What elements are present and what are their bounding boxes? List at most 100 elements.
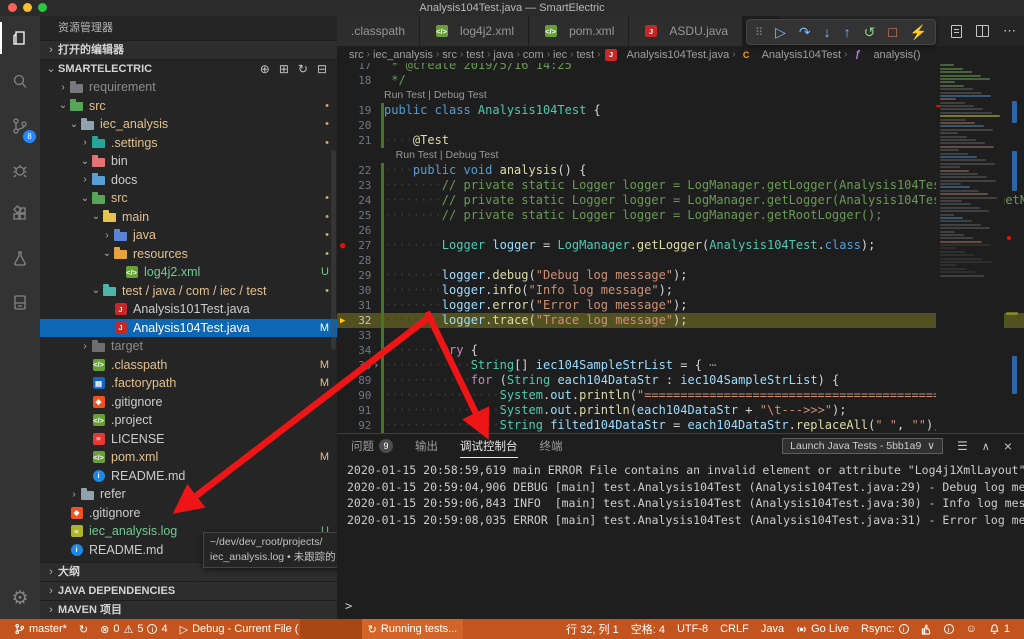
gutter[interactable]: 90 xyxy=(337,388,381,403)
tree-item-pom-xml[interactable]: </>pom.xmlM xyxy=(40,448,337,467)
gutter[interactable]: 17 xyxy=(337,63,381,73)
gutter[interactable]: 31 xyxy=(337,298,381,313)
project-section[interactable]: ⌄ SMARTELECTRIC ⊕ ⊞ ↻ ⊟ xyxy=(40,59,337,78)
open-editors-section[interactable]: › 打开的编辑器 xyxy=(40,40,337,59)
tree-item-readme-md[interactable]: iREADME.md xyxy=(40,467,337,486)
tree-item-src[interactable]: ⌄src• xyxy=(40,189,337,208)
code-line-89[interactable]: 89············for (String each104DataStr… xyxy=(337,373,1024,388)
overview-ruler[interactable] xyxy=(1006,63,1024,433)
continue-icon[interactable]: ▷ xyxy=(775,24,786,41)
minimize-window-button[interactable] xyxy=(23,3,32,12)
extensions-icon[interactable] xyxy=(0,192,40,236)
editor-tab-pom-xml[interactable]: </>pom.xml xyxy=(529,16,629,46)
breadcrumb-item[interactable]: CAnalysis104Test xyxy=(739,48,842,61)
step-out-icon[interactable]: ↑ xyxy=(844,24,851,40)
gutter[interactable]: 34 xyxy=(337,343,381,358)
stop-icon[interactable]: □ xyxy=(888,24,896,40)
rsync-item[interactable]: Rsync:i xyxy=(855,619,915,639)
tree-item-src[interactable]: ⌄src• xyxy=(40,97,337,116)
panel-tab-item[interactable]: 问题9 xyxy=(351,434,393,458)
step-into-icon[interactable]: ↓ xyxy=(824,24,831,40)
gutter[interactable]: ▶32 xyxy=(337,313,381,328)
code-line-28[interactable]: 28 xyxy=(337,253,1024,268)
debug-console-prompt[interactable]: > xyxy=(345,599,352,613)
smiley-icon[interactable]: ☺ xyxy=(960,619,983,639)
tree-item-log4j2-xml[interactable]: </>log4j2.xmlU xyxy=(40,263,337,282)
problems-item[interactable]: ⊗0 ⚠5 i4 xyxy=(94,619,173,639)
language-item[interactable]: Java xyxy=(755,619,790,639)
code-line-90[interactable]: 90················System.out.println("==… xyxy=(337,388,1024,403)
open-changes-icon[interactable] xyxy=(951,25,962,38)
clear-console-icon[interactable]: ☰ xyxy=(957,439,968,453)
tree-item-resources[interactable]: ⌄resources• xyxy=(40,245,337,264)
code-line-29[interactable]: 29········logger.debug("Debug log messag… xyxy=(337,268,1024,283)
breadcrumb-item[interactable]: src xyxy=(349,49,364,61)
code-line-26[interactable]: 26 xyxy=(337,223,1024,238)
code-line-91[interactable]: 91················System.out.println(eac… xyxy=(337,403,1024,418)
gutter[interactable] xyxy=(337,148,381,163)
split-editor-icon[interactable] xyxy=(976,25,989,37)
gutter[interactable]: 25 xyxy=(337,208,381,223)
gutter[interactable]: 30 xyxy=(337,283,381,298)
source-control-icon[interactable]: 8 xyxy=(0,104,40,148)
thumbs-up-icon[interactable] xyxy=(915,619,938,639)
gutter[interactable]: 21 xyxy=(337,133,381,148)
run-test-link[interactable]: Run Test xyxy=(396,149,437,161)
tree-item-bin[interactable]: ⌄bin xyxy=(40,152,337,171)
editor-tab--classpath[interactable]: .classpath xyxy=(337,16,420,46)
tree-item-license[interactable]: ≡LICENSE xyxy=(40,430,337,449)
new-file-icon[interactable]: ⊕ xyxy=(260,60,270,79)
tree-item-iec-analysis[interactable]: ⌄iec_analysis• xyxy=(40,115,337,134)
breadcrumb-item[interactable]: test xyxy=(466,49,484,61)
code-line-23[interactable]: 23········// private static Logger logge… xyxy=(337,178,1024,193)
gutter[interactable]: 24 xyxy=(337,193,381,208)
gutter[interactable]: 89 xyxy=(337,373,381,388)
tree-item--classpath[interactable]: </>.classpathM xyxy=(40,356,337,375)
debug-icon[interactable] xyxy=(0,148,40,192)
tree-item--gitignore[interactable]: ◆.gitignore xyxy=(40,393,337,412)
code-line-18[interactable]: 18 */ xyxy=(337,73,1024,88)
code-line-24[interactable]: 24········// private static Logger logge… xyxy=(337,193,1024,208)
code-line-17[interactable]: 17 * @create 2019/5/16 14:25 xyxy=(337,63,1024,73)
git-branch-item[interactable]: master* xyxy=(8,619,73,639)
panel-tab-item[interactable]: 输出 xyxy=(415,434,438,458)
panel-tab-item[interactable]: 终端 xyxy=(540,434,563,458)
indentation-item[interactable]: 空格: 4 xyxy=(625,619,671,639)
debug-test-link[interactable]: Debug Test xyxy=(445,149,498,161)
code-editor[interactable]: 17 * @create 2019/5/16 14:2518 */ Run Tes… xyxy=(337,63,1024,433)
gutter[interactable]: 92 xyxy=(337,418,381,433)
tree-item-requirement[interactable]: ›requirement xyxy=(40,78,337,97)
notebook-icon[interactable] xyxy=(0,280,40,324)
gutter[interactable]: 19 xyxy=(337,103,381,118)
code-line-35[interactable]: 35›············String[] iec104SampleStrL… xyxy=(337,358,1024,373)
gutter[interactable]: 91 xyxy=(337,403,381,418)
tree-item-test-java-com-iec-test[interactable]: ⌄test / java / com / iec / test• xyxy=(40,282,337,301)
breadcrumb-item[interactable]: JAnalysis104Test.java xyxy=(604,48,730,61)
gutter[interactable]: 29 xyxy=(337,268,381,283)
close-window-button[interactable] xyxy=(8,3,17,12)
breadcrumb-item[interactable]: java xyxy=(493,49,513,61)
debug-test-link[interactable]: Debug Test xyxy=(434,89,487,101)
editor-tab-asdu-java[interactable]: JASDU.java xyxy=(629,16,743,46)
minimap[interactable] xyxy=(936,63,1004,433)
code-line-27[interactable]: ●27········Logger logger = LogManager.ge… xyxy=(337,238,1024,253)
maximize-panel-icon[interactable]: ∧ xyxy=(982,440,990,453)
code-line-22[interactable]: 22····public void analysis() { xyxy=(337,163,1024,178)
tree-item-analysis101test-java[interactable]: JAnalysis101Test.java xyxy=(40,300,337,319)
breadcrumb-item[interactable]: iec_analysis xyxy=(373,49,433,61)
gutter[interactable]: ●27 xyxy=(337,238,381,253)
tree-item-analysis104test-java[interactable]: JAnalysis104Test.javaM xyxy=(40,319,337,338)
code-line-33[interactable]: 33 xyxy=(337,328,1024,343)
more-actions-icon[interactable]: ⋯ xyxy=(1003,23,1016,39)
breadcrumb-item[interactable]: src xyxy=(442,49,457,61)
sidebar-scrollbar[interactable] xyxy=(331,150,336,350)
gutter[interactable]: 20 xyxy=(337,118,381,133)
gutter[interactable]: 33 xyxy=(337,328,381,343)
sync-icon[interactable]: ↻ xyxy=(73,619,94,639)
gutter[interactable]: 23 xyxy=(337,178,381,193)
restart-icon[interactable]: ↺ xyxy=(864,24,876,41)
tree-item-main[interactable]: ⌄main• xyxy=(40,208,337,227)
fold-icon[interactable]: › xyxy=(371,361,381,371)
gutter[interactable]: 28 xyxy=(337,253,381,268)
zoom-window-button[interactable] xyxy=(38,3,47,12)
